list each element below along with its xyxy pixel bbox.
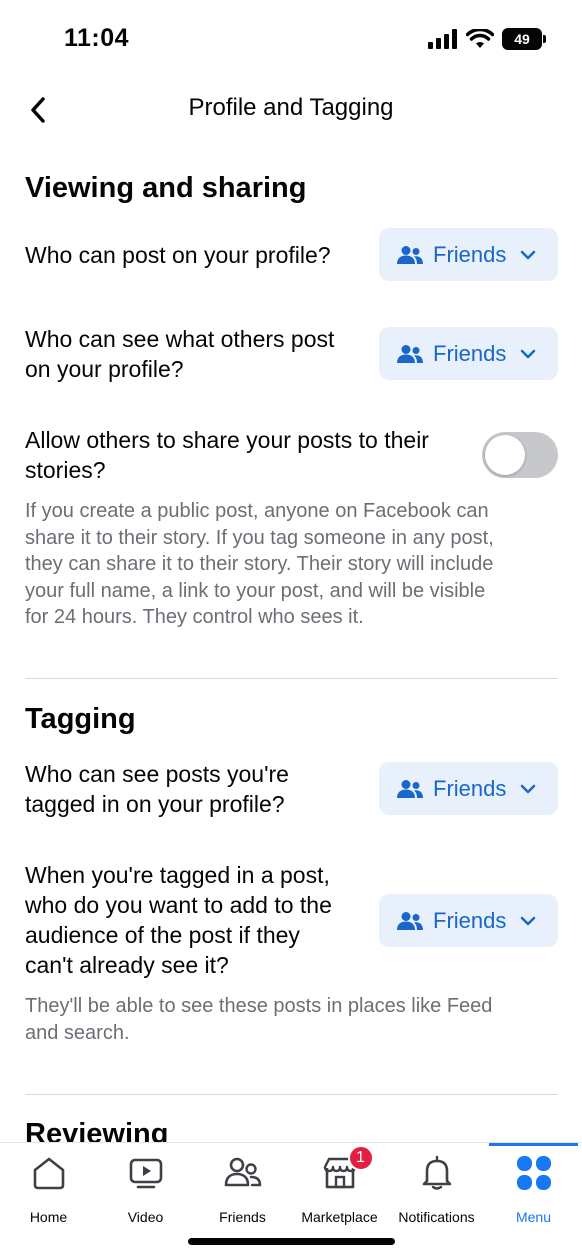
allow-share-to-stories-label: Allow others to share your posts to thei… [25,425,429,485]
battery-level: 49 [514,31,530,47]
help-line: and search. [25,1021,130,1044]
label-line: can't already see it? [25,952,229,978]
settings-content[interactable]: Viewing and sharing Who can post on your… [0,140,582,1142]
friends-audience-icon [397,779,423,798]
label-line: Allow others to share your posts to thei… [25,427,429,453]
tab-home[interactable]: Home [0,1151,97,1233]
tag-audience-help-text: They'll be able to see these posts in pl… [25,993,555,1046]
who-can-post-label: Who can post on your profile? [25,242,331,268]
tab-marketplace[interactable]: 1 Marketplace [291,1145,388,1233]
label-line: stories? [25,457,106,483]
tab-label: Video [127,1209,164,1225]
home-indicator [188,1238,395,1245]
tab-menu[interactable]: Menu [485,1151,582,1233]
wifi-icon [466,29,494,48]
friends-audience-icon [397,245,423,264]
section-title-reviewing: Reviewing [25,1118,169,1142]
who-can-post-audience-button[interactable]: Friends [379,228,558,281]
allow-share-to-stories-toggle[interactable] [482,432,558,478]
label-line: on your profile? [25,356,184,382]
chevron-down-icon [521,349,536,358]
bell-icon [422,1155,451,1190]
battery-indicator: 49 [502,28,546,50]
tab-label: Menu [515,1209,552,1225]
tab-friends[interactable]: Friends [194,1151,291,1233]
help-line: They'll be able to see these posts in pl… [25,995,493,1017]
help-line: for 24 hours. They control who sees it. [25,606,364,628]
friends-icon [224,1157,261,1187]
label-line: Who can see what others post [25,326,335,352]
video-icon [129,1158,162,1189]
share-to-stories-help-text: If you create a public post, anyone on F… [25,498,555,631]
status-icons: 49 [428,28,546,50]
audience-value: Friends [433,241,507,267]
tagged-posts-visibility-label: Who can see posts you're tagged in on yo… [25,759,289,819]
status-bar: 11:04 49 [0,0,582,78]
home-icon [33,1157,64,1190]
friends-audience-icon [397,911,423,930]
label-line: Who can see posts you're [25,761,289,787]
audience-value: Friends [433,907,507,933]
help-line: they can share it to their story. Their … [25,553,494,575]
chevron-down-icon [521,250,536,259]
active-tab-indicator [489,1143,578,1146]
audience-value: Friends [433,775,507,801]
chevron-down-icon [521,916,536,925]
section-title-tagging: Tagging [25,703,136,735]
chevron-down-icon [521,784,536,793]
section-title-viewing: Viewing and sharing [25,172,307,204]
friends-audience-icon [397,344,423,363]
page-title: Profile and Tagging [188,94,394,121]
who-can-see-others-posts-label: Who can see what others post on your pro… [25,324,334,384]
help-line: share it to their story. If you tag some… [25,526,494,549]
tagged-posts-audience-button[interactable]: Friends [379,762,558,815]
section-divider [25,1094,558,1095]
notification-badge: 1 [347,1145,374,1171]
menu-icon [516,1156,551,1190]
label-line: When you're tagged in a post, [25,862,330,888]
label-line: tagged in on your profile? [25,791,285,817]
toggle-knob [485,435,525,475]
section-divider [25,678,558,679]
audience-value: Friends [433,340,507,366]
tab-label: Marketplace [301,1209,378,1225]
help-line: If you create a public post, anyone on F… [25,500,489,522]
tag-audience-expansion-label: When you're tagged in a post, who do you… [25,860,332,980]
tag-audience-expansion-button[interactable]: Friends [379,894,558,947]
who-can-see-others-posts-audience-button[interactable]: Friends [379,327,558,380]
cellular-signal-icon [428,29,457,49]
status-time: 11:04 [64,24,130,52]
tab-notifications[interactable]: Notifications [388,1151,485,1233]
help-line: your full name, a link to your post, and… [25,579,486,602]
header: Profile and Tagging [0,78,582,140]
tab-label: Friends [219,1209,266,1225]
tab-label: Home [29,1209,68,1225]
tab-label: Notifications [398,1209,475,1225]
label-line: who do you want to add to the [25,892,332,918]
label-line: audience of the post if they [25,922,300,948]
tab-video[interactable]: Video [97,1151,194,1233]
